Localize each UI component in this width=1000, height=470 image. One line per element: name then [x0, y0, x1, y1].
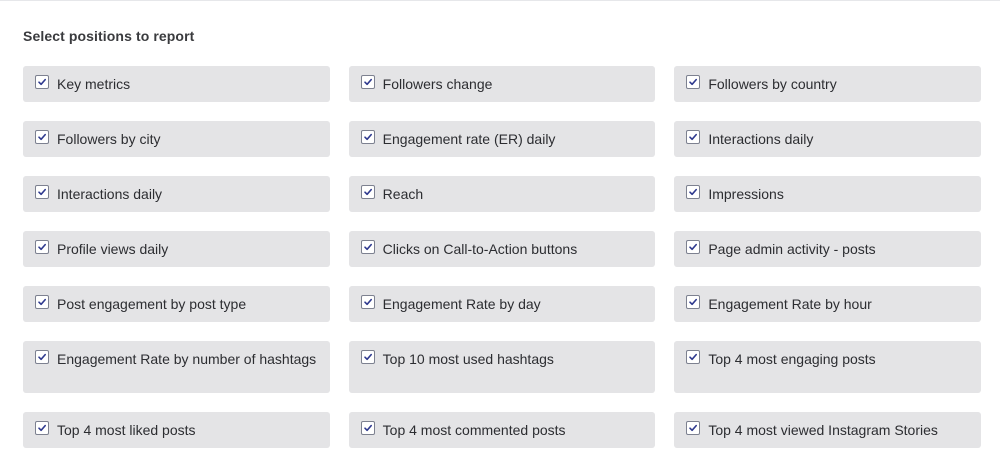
option-interactions-daily[interactable]: Interactions daily	[674, 121, 982, 157]
checkmark-icon	[363, 353, 372, 361]
option-top-4-most-engaging-posts[interactable]: Top 4 most engaging posts	[674, 341, 982, 393]
option-followers-change[interactable]: Followers change	[348, 66, 656, 102]
option-label: Post engagement by post type	[57, 296, 247, 312]
checkmark-icon	[38, 424, 46, 432]
option-label: Interactions daily	[57, 186, 163, 202]
option-post-engagement-by-post-type[interactable]: Post engagement by post type	[23, 286, 330, 322]
checkbox[interactable]	[35, 75, 49, 89]
checkbox[interactable]	[360, 75, 375, 89]
checkbox[interactable]	[686, 185, 701, 199]
option-label: Top 4 most engaging posts	[708, 351, 876, 367]
option-engagement-rate-daily[interactable]: Engagement rate (ER) daily	[348, 121, 656, 157]
option-followers-by-city[interactable]: Followers by city	[23, 121, 330, 157]
options-row: Profile views daily Clicks on Call-to-Ac…	[23, 231, 982, 267]
option-label: Engagement Rate by number of hashtags	[57, 351, 317, 367]
checkbox[interactable]	[686, 130, 701, 144]
checkbox[interactable]	[360, 350, 375, 364]
option-top-10-most-used-hashtags[interactable]: Top 10 most used hashtags	[348, 341, 656, 393]
option-reach[interactable]: Reach	[348, 176, 656, 212]
option-profile-views-daily[interactable]: Profile views daily	[23, 231, 330, 267]
options-row: Key metrics Followers change Followers b…	[23, 66, 982, 102]
option-label: Followers change	[382, 76, 493, 92]
option-label: Engagement Rate by hour	[708, 296, 872, 312]
option-engagement-rate-by-number-of-hashtags[interactable]: Engagement Rate by number of hashtags	[23, 341, 330, 393]
option-label: Top 4 most commented posts	[382, 422, 566, 438]
option-page-admin-activity-posts[interactable]: Page admin activity - posts	[674, 231, 982, 267]
checkmark-icon	[38, 298, 46, 306]
option-label: Profile views daily	[57, 241, 169, 257]
option-key-metrics[interactable]: Key metrics	[23, 66, 330, 102]
option-label: Reach	[382, 186, 424, 202]
checkbox[interactable]	[686, 240, 701, 254]
option-label: Top 4 most viewed Instagram Stories	[708, 422, 938, 438]
option-label: Key metrics	[57, 76, 131, 92]
checkmark-icon	[689, 298, 698, 306]
option-top-4-most-commented-posts[interactable]: Top 4 most commented posts	[348, 412, 656, 448]
checkmark-icon	[363, 243, 372, 251]
option-impressions[interactable]: Impressions	[674, 176, 982, 212]
option-engagement-rate-by-day[interactable]: Engagement Rate by day	[348, 286, 656, 322]
option-engagement-rate-by-hour[interactable]: Engagement Rate by hour	[674, 286, 982, 322]
checkmark-icon	[38, 133, 46, 141]
checkmark-icon	[689, 424, 698, 432]
options-row: Post engagement by post type Engagement …	[23, 286, 982, 322]
checkmark-icon	[363, 78, 372, 86]
checkmark-icon	[38, 353, 46, 361]
checkmark-icon	[689, 353, 698, 361]
checkmark-icon	[363, 188, 372, 196]
option-label: Top 10 most used hashtags	[382, 351, 554, 367]
option-label: Clicks on Call-to-Action buttons	[382, 241, 578, 257]
checkbox[interactable]	[35, 350, 49, 364]
options-row: Engagement Rate by number of hashtags To…	[23, 341, 982, 393]
checkmark-icon	[689, 243, 698, 251]
option-top-4-most-viewed-instagram-stories[interactable]: Top 4 most viewed Instagram Stories	[674, 412, 982, 448]
option-interactions-daily[interactable]: Interactions daily	[23, 176, 330, 212]
checkmark-icon	[689, 133, 698, 141]
checkbox[interactable]	[35, 130, 49, 144]
checkmark-icon	[363, 133, 372, 141]
checkbox[interactable]	[35, 185, 49, 199]
option-label: Impressions	[708, 186, 784, 202]
checkmark-icon	[363, 298, 372, 306]
checkbox[interactable]	[35, 240, 49, 254]
checkbox[interactable]	[360, 421, 375, 435]
checkbox[interactable]	[686, 75, 701, 89]
checkmark-icon	[38, 188, 46, 196]
option-label: Engagement rate (ER) daily	[382, 131, 556, 147]
checkmark-icon	[689, 78, 698, 86]
checkbox[interactable]	[686, 295, 701, 309]
checkmark-icon	[689, 188, 698, 196]
option-top-4-most-liked-posts[interactable]: Top 4 most liked posts	[23, 412, 330, 448]
option-label: Followers by country	[708, 76, 837, 92]
checkbox[interactable]	[35, 421, 49, 435]
option-label: Followers by city	[57, 131, 161, 147]
options-row: Top 4 most liked posts Top 4 most commen…	[23, 412, 982, 448]
checkbox[interactable]	[360, 295, 375, 309]
option-label: Page admin activity - posts	[708, 241, 876, 257]
option-clicks-on-cta-buttons[interactable]: Clicks on Call-to-Action buttons	[348, 231, 656, 267]
checkbox[interactable]	[35, 295, 49, 309]
checkmark-icon	[363, 424, 372, 432]
option-label: Top 4 most liked posts	[57, 422, 196, 438]
checkbox[interactable]	[360, 240, 375, 254]
checkmark-icon	[38, 243, 46, 251]
option-label: Engagement Rate by day	[382, 296, 541, 312]
checkbox[interactable]	[360, 185, 375, 199]
section-title: Select positions to report	[23, 28, 195, 44]
checkbox[interactable]	[686, 350, 701, 364]
report-positions-grid: Key metrics Followers change Followers b…	[23, 66, 982, 467]
checkmark-icon	[38, 78, 46, 86]
checkbox[interactable]	[360, 130, 375, 144]
top-divider	[0, 0, 1000, 1]
option-label: Interactions daily	[708, 131, 814, 147]
option-followers-by-country[interactable]: Followers by country	[674, 66, 982, 102]
options-row: Followers by city Engagement rate (ER) d…	[23, 121, 982, 157]
checkbox[interactable]	[686, 421, 701, 435]
options-row: Interactions daily Reach Impressions	[23, 176, 982, 212]
